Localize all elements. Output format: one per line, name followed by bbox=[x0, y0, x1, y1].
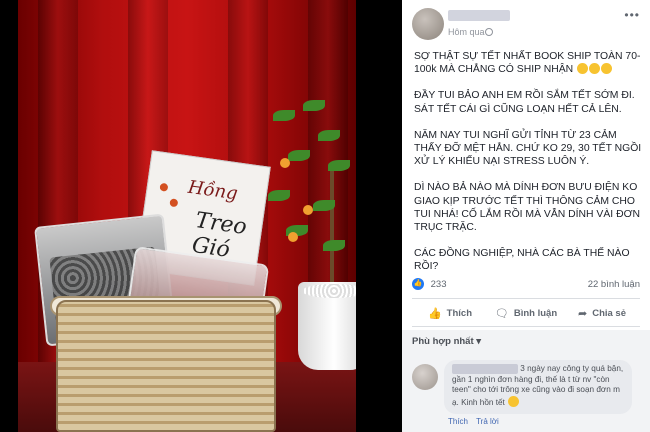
kumquat-fruit bbox=[280, 158, 290, 168]
post-paragraph: CÁC ĐỒNG NGHIỆP, NHÀ CÁC BÀ THẾ NÀO RỒI? bbox=[414, 248, 630, 273]
post-paragraph: ĐẦY TUI BẢO ANH EM RỒI SẮM TẾT SỚM ĐI. S… bbox=[414, 90, 635, 115]
comment-bubble: 3 ngày nay công ty quá bận, gần 1 nghìn … bbox=[444, 360, 632, 414]
thumbs-up-icon: 👍 bbox=[427, 307, 442, 320]
more-dots-icon[interactable]: ••• bbox=[624, 8, 640, 22]
author-name-redacted[interactable] bbox=[448, 10, 510, 21]
post-photo[interactable]: Hồng Treo Gió bbox=[0, 0, 402, 432]
speech-bubble-icon: 🗨 bbox=[494, 307, 509, 320]
share-arrow-icon: ➦ bbox=[577, 307, 588, 320]
commenter-name-redacted[interactable] bbox=[452, 364, 518, 374]
photo-scene: Hồng Treo Gió bbox=[18, 0, 356, 432]
comments-section: Phù hợp nhất ▾ 3 ngày nay công ty quá bậ… bbox=[402, 330, 650, 432]
post-paragraph: SỢ THẬT SỰ TẾT NHẤT BOOK SHIP TOÀN 70-10… bbox=[414, 51, 641, 76]
kumquat-tree-trunk bbox=[330, 170, 334, 288]
leaf bbox=[273, 110, 295, 121]
comment-body: 3 ngày nay công ty quá bận, gần 1 nghìn … bbox=[452, 364, 624, 408]
post-paragraph: DÌ NÀO BẢ NÀO MÀ DÍNH ĐƠN BƯU ĐIỆN KO GI… bbox=[414, 182, 640, 234]
comment-reply-link[interactable]: Trả lời bbox=[476, 417, 499, 426]
kumquat-fruit bbox=[303, 205, 313, 215]
laughing-emoji-icon bbox=[577, 63, 589, 75]
post-header: Hôm qua ••• bbox=[402, 0, 650, 42]
author-avatar[interactable] bbox=[412, 8, 444, 40]
leaf bbox=[323, 240, 345, 251]
post-body: SỢ THẬT SỰ TẾT NHẤT BOOK SHIP TOÀN 70-10… bbox=[414, 50, 642, 287]
divider bbox=[412, 326, 640, 327]
wicker-basket bbox=[56, 300, 276, 432]
kumquat-fruit bbox=[288, 232, 298, 242]
leaf bbox=[288, 150, 310, 161]
laughing-emoji-icon bbox=[589, 63, 601, 75]
share-label: Chia sẻ bbox=[592, 307, 626, 319]
leaf bbox=[328, 160, 350, 171]
post-paragraph: NĂM NAY TUI NGHĨ GỬI TỈNH TỪ 23 CẢM THẤY… bbox=[414, 129, 642, 168]
like-label: Thích bbox=[446, 307, 473, 319]
share-button[interactable]: ➦ Chia sẻ bbox=[564, 302, 640, 324]
leaf bbox=[318, 130, 340, 141]
post-actions: 👍 Thích 🗨 Bình luận ➦ Chia sẻ bbox=[412, 302, 640, 324]
comment-count[interactable]: 22 bình luận bbox=[588, 279, 640, 290]
reaction-counts: 👍 233 22 bình luận bbox=[412, 278, 640, 292]
post-panel: Hôm qua ••• SỢ THẬT SỰ TẾT NHẤT BOOK SHI… bbox=[402, 0, 650, 432]
sad-emoji-icon bbox=[508, 395, 520, 407]
comment-like-link[interactable]: Thích bbox=[448, 417, 468, 426]
like-button[interactable]: 👍 Thích bbox=[412, 302, 488, 324]
leaf bbox=[313, 200, 335, 211]
comment-button[interactable]: 🗨 Bình luận bbox=[488, 302, 564, 324]
leaf bbox=[268, 190, 290, 201]
persimmon-illustration bbox=[159, 182, 169, 192]
viewer-frame: Hồng Treo Gió Hôm qua ••• SỢ THẬT SỰ TẾT… bbox=[0, 0, 650, 432]
globe-icon bbox=[485, 28, 493, 36]
persimmon-illustration bbox=[169, 198, 179, 208]
like-count[interactable]: 233 bbox=[431, 279, 447, 290]
commenter-avatar[interactable] bbox=[412, 364, 438, 390]
comment-label: Bình luận bbox=[513, 307, 558, 319]
leaf bbox=[303, 100, 325, 111]
laughing-emoji-icon bbox=[601, 63, 613, 75]
comment-actions: Thích Trả lời bbox=[448, 417, 505, 426]
bag-brand-text: Hồng bbox=[186, 176, 239, 205]
comment-sort-dropdown[interactable]: Phù hợp nhất ▾ bbox=[412, 336, 481, 347]
thumbs-up-icon: 👍 bbox=[412, 278, 424, 290]
divider bbox=[412, 298, 640, 299]
chevron-down-icon: ▾ bbox=[476, 336, 482, 347]
post-time[interactable]: Hôm qua bbox=[448, 27, 485, 37]
